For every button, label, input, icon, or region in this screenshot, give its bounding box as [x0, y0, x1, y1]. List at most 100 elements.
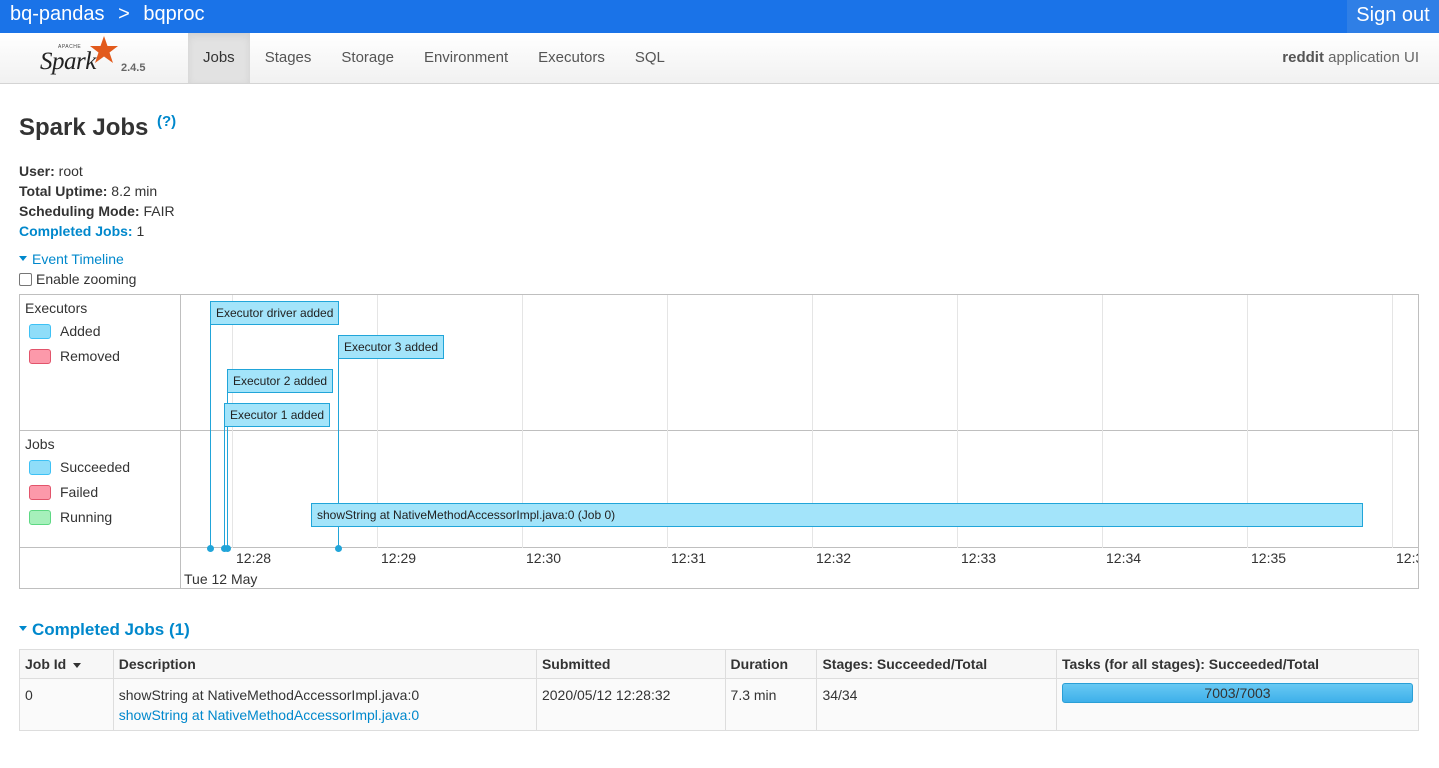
executor-1-added-event[interactable]: Executor 1 added: [224, 403, 331, 427]
axis-tick-label: 12:32: [816, 550, 852, 566]
tab-jobs[interactable]: Jobs: [188, 33, 250, 83]
legend-failed: Failed: [29, 484, 98, 500]
summary-uptime: Total Uptime: 8.2 min: [19, 181, 175, 201]
summary-scheduling-label: Scheduling Mode:: [19, 203, 140, 219]
running-swatch: [29, 509, 51, 525]
top-bar: bq-pandas > bqproc Sign out: [0, 0, 1439, 33]
application-name-bold: reddit: [1282, 49, 1324, 66]
tasks-progress-bar: 7003/7003: [1062, 683, 1413, 703]
sign-out-button[interactable]: Sign out: [1347, 0, 1439, 33]
description-cell: showString at NativeMethodAccessorImpl.j…: [112, 678, 537, 731]
application-name-rest: application UI: [1323, 49, 1419, 66]
submitted-cell: 2020/05/12 12:28:32: [535, 678, 726, 731]
enable-zooming-checkbox[interactable]: [19, 273, 32, 286]
column-stages[interactable]: Stages: Succeeded/Total: [816, 649, 1057, 679]
event-timeline-label: Event Timeline: [32, 251, 124, 267]
application-name: reddit application UI: [1282, 49, 1419, 66]
tab-executors[interactable]: Executors: [523, 33, 620, 83]
description-text: showString at NativeMethodAccessorImpl.j…: [118, 687, 420, 703]
duration-cell: 7.3 min: [724, 678, 818, 731]
legend-running: Running: [29, 509, 112, 525]
table-row: 0 showString at NativeMethodAccessorImpl…: [19, 678, 1419, 731]
axis-tick-label: 12:31: [671, 550, 707, 566]
description-link[interactable]: showString at NativeMethodAccessorImpl.j…: [119, 705, 531, 725]
succeeded-swatch: [29, 459, 51, 475]
summary-completed-value: 1: [132, 223, 145, 239]
spark-version: 2.4.5: [121, 62, 146, 74]
enable-zooming: Enable zooming: [19, 271, 136, 287]
tab-stages[interactable]: Stages: [250, 33, 327, 83]
summary-uptime-value: 8.2 min: [107, 183, 158, 199]
axis-date-label: Tue 12 May: [184, 571, 258, 587]
spark-navbar: APACHE Spark 2.4.5 Jobs Stages Storage E…: [0, 33, 1439, 84]
job-0-bar[interactable]: showString at NativeMethodAccessorImpl.j…: [311, 503, 1363, 527]
column-duration[interactable]: Duration: [724, 649, 818, 679]
caret-down-icon: [19, 255, 27, 261]
axis-tick-label: 12:28: [236, 550, 272, 566]
jobs-group-title: Jobs: [25, 436, 55, 452]
sort-desc-icon: [73, 662, 82, 668]
timeline-label-divider: [180, 295, 181, 588]
breadcrumb-cluster[interactable]: bqproc: [143, 3, 204, 25]
legend-succeeded-label: Succeeded: [60, 459, 131, 475]
summary-user-label: User:: [19, 163, 55, 179]
tab-environment[interactable]: Environment: [409, 33, 523, 83]
tab-storage[interactable]: Storage: [326, 33, 409, 83]
legend-succeeded: Succeeded: [29, 459, 130, 475]
completed-jobs-title: Completed Jobs (1): [32, 620, 190, 639]
summary-user-value: root: [54, 163, 83, 179]
help-link[interactable]: (?): [157, 113, 176, 130]
job-summary: User: root Total Uptime: 8.2 min Schedul…: [19, 161, 175, 241]
axis-tick-label: 12:35: [1251, 550, 1287, 566]
completed-jobs-table: Job Id Description Submitted Duration St…: [19, 649, 1419, 731]
column-tasks[interactable]: Tasks (for all stages): Succeeded/Total: [1056, 649, 1419, 679]
legend-running-label: Running: [60, 509, 113, 525]
completed-jobs-toggle[interactable]: Completed Jobs (1): [19, 620, 190, 640]
column-description[interactable]: Description: [112, 649, 537, 679]
event-dot: [335, 545, 342, 552]
table-header-row: Job Id Description Submitted Duration St…: [19, 649, 1419, 679]
breadcrumb-separator: >: [118, 3, 130, 25]
event-stem: [224, 427, 225, 548]
axis-tick-label: 12:33: [961, 550, 997, 566]
caret-down-icon: [19, 626, 27, 632]
legend-removed: Removed: [29, 348, 120, 364]
failed-swatch: [29, 484, 51, 500]
executors-group-title: Executors: [25, 300, 88, 316]
stages-cell: 34/34: [816, 678, 1057, 731]
event-dot: [207, 545, 214, 552]
added-swatch: [29, 323, 51, 339]
spark-logo[interactable]: APACHE Spark 2.4.5: [38, 35, 158, 81]
legend-removed-label: Removed: [60, 348, 120, 364]
summary-scheduling: Scheduling Mode: FAIR: [19, 201, 175, 221]
executor-3-added-event[interactable]: Executor 3 added: [338, 335, 445, 359]
breadcrumb: bq-pandas > bqproc: [10, 3, 213, 26]
event-timeline[interactable]: Executors Added Removed Jobs Succeeded F…: [19, 294, 1419, 589]
grid-line: [1392, 295, 1393, 548]
axis-tick-label: 12:34: [1106, 550, 1142, 566]
column-job-id[interactable]: Job Id: [19, 649, 114, 679]
summary-scheduling-value: FAIR: [139, 203, 175, 219]
event-stem: [210, 325, 211, 548]
timeline-group-divider: [20, 430, 1418, 431]
enable-zooming-label: Enable zooming: [36, 271, 137, 287]
summary-completed: Completed Jobs: 1: [19, 221, 175, 241]
legend-added: Added: [29, 323, 100, 339]
job-id-cell: 0: [19, 678, 114, 731]
tasks-cell: 7003/7003: [1056, 678, 1419, 731]
axis-tick-label: 12:3: [1396, 550, 1418, 566]
executor-driver-added-event[interactable]: Executor driver added: [210, 301, 340, 325]
completed-jobs-link[interactable]: Completed Jobs:: [19, 223, 133, 239]
legend-added-label: Added: [60, 323, 101, 339]
column-submitted[interactable]: Submitted: [535, 649, 726, 679]
event-timeline-toggle[interactable]: Event Timeline: [19, 251, 124, 267]
executor-2-added-event[interactable]: Executor 2 added: [227, 369, 334, 393]
legend-failed-label: Failed: [60, 484, 99, 500]
event-dot: [224, 545, 231, 552]
removed-swatch: [29, 348, 51, 364]
breadcrumb-project[interactable]: bq-pandas: [10, 3, 105, 25]
axis-tick-label: 12:29: [381, 550, 417, 566]
tab-sql[interactable]: SQL: [620, 33, 680, 83]
nav-tabs: Jobs Stages Storage Environment Executor…: [188, 33, 680, 83]
summary-user: User: root: [19, 161, 175, 181]
